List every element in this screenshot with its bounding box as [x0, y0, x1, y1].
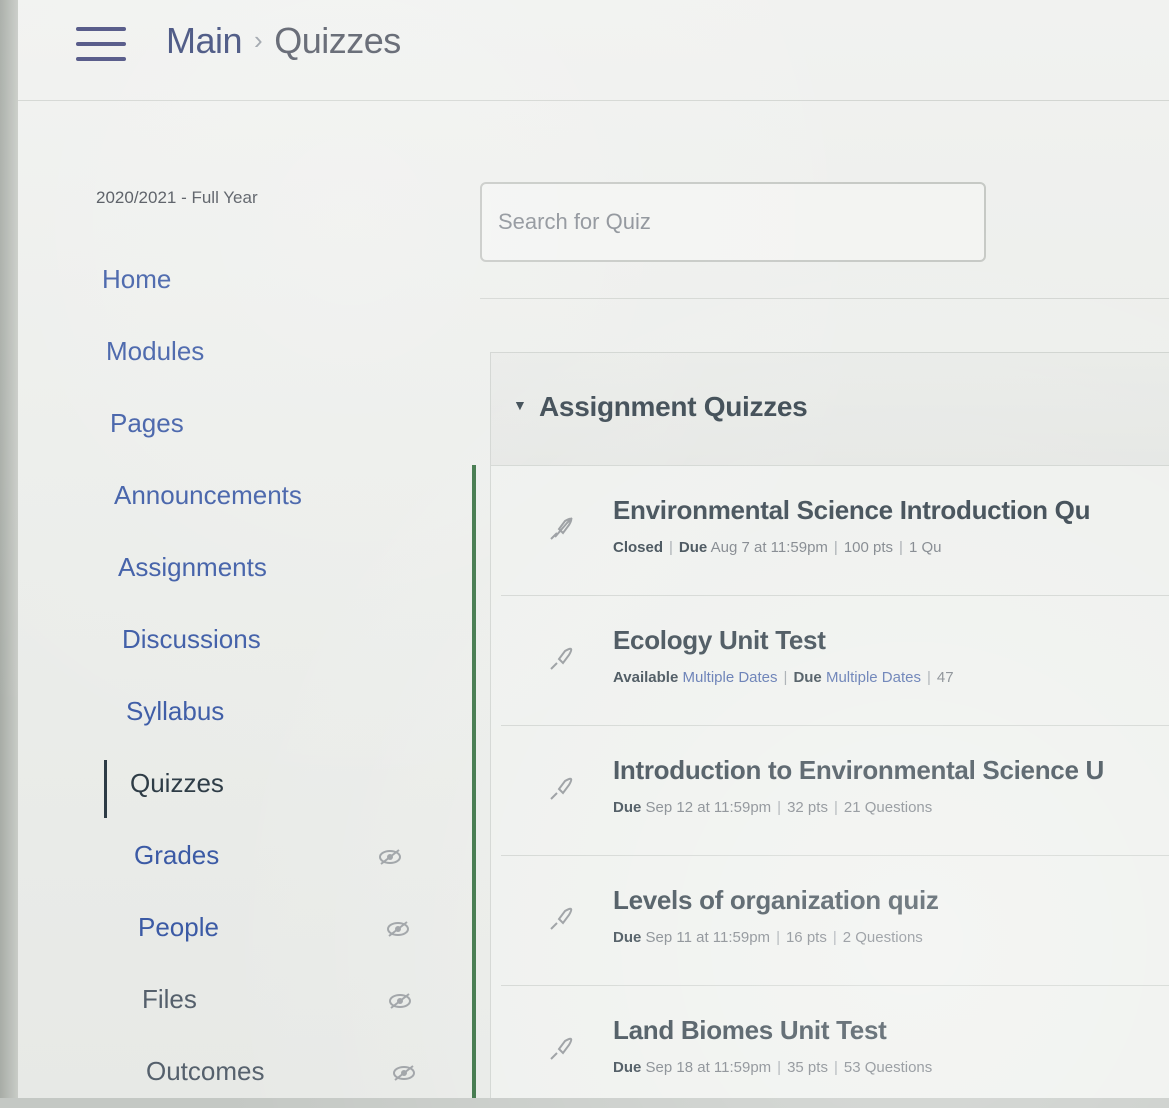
screen: Main › Quizzes 2020/2021 - Full Year Home …	[18, 0, 1169, 1108]
quiz-meta: Due Sep 18 at 11:59pm | 35 pts | 53 Question…	[613, 1059, 933, 1076]
quiz-questions: 53 Questions	[843, 1059, 933, 1076]
active-group-indicator	[472, 465, 476, 1108]
sidebar-item-label: People	[138, 912, 219, 942]
quiz-group-title: Assignment Quizzes	[539, 391, 808, 422]
breadcrumb-root[interactable]: Main	[166, 20, 243, 61]
hamburger-menu-icon[interactable]	[76, 24, 128, 66]
sidebar-item-label: Announcements	[114, 480, 302, 510]
quiz-meta: Closed | Due Aug 7 at 11:59pm | 100 pts | 1 Qu	[613, 539, 942, 556]
caret-down-icon[interactable]: ▼	[513, 397, 527, 413]
sidebar-item-discussions[interactable]: Discussions	[88, 618, 448, 690]
sidebar-item-label: Discussions	[122, 624, 261, 654]
sidebar-item-label: Files	[142, 984, 197, 1014]
monitor-bezel-bottom	[0, 1098, 1169, 1108]
quiz-meta: Available Multiple Dates | Due Multiple Da…	[613, 669, 954, 686]
rocket-quiz-icon	[550, 517, 573, 540]
quiz-points: 100 pts	[843, 539, 894, 556]
sidebar-item-label: Home	[102, 264, 172, 294]
eye-icon	[379, 849, 401, 865]
breadcrumb-current: Quizzes	[274, 20, 401, 61]
header-divider	[18, 100, 1169, 101]
quiz-group-header[interactable]: ▼ Assignment Quizzes	[491, 353, 1169, 466]
due-label: Due	[613, 1059, 642, 1076]
quiz-questions: 2 Questions	[842, 929, 923, 946]
quiz-row[interactable]: Introduction to Environmental Science U …	[501, 725, 1169, 856]
course-nav: Home Modules Pages Announcements Assignm…	[88, 258, 448, 1108]
quiz-meta: Due Sep 12 at 11:59pm | 32 pts | 21 Question…	[613, 799, 933, 816]
quiz-meta: Due Sep 11 at 11:59pm | 16 pts | 2 Questions	[613, 929, 923, 946]
quiz-title[interactable]: Land Biomes Unit Test	[613, 1015, 887, 1046]
quiz-status: Available	[613, 669, 679, 686]
quiz-due-date: Aug 7 at 11:59pm	[710, 539, 828, 556]
rocket-quiz-icon	[550, 907, 573, 930]
quiz-group-panel: ▼ Assignment Quizzes Environmental Scien…	[490, 352, 1169, 1108]
sidebar-item-label: Outcomes	[146, 1056, 265, 1086]
sidebar-item-label: Quizzes	[130, 768, 224, 798]
quiz-title[interactable]: Introduction to Environmental Science U	[613, 755, 1104, 786]
quiz-points: 16 pts	[785, 929, 827, 946]
sidebar-item-label: Syllabus	[126, 696, 225, 726]
sidebar-item-assignments[interactable]: Assignments	[88, 546, 448, 618]
sidebar-item-label: Grades	[134, 840, 220, 870]
sidebar-item-label: Modules	[106, 336, 205, 366]
sidebar-item-label: Assignments	[118, 552, 267, 582]
sidebar-item-files[interactable]: Files	[88, 978, 448, 1050]
sidebar-item-announcements[interactable]: Announcements	[88, 474, 448, 546]
quiz-title[interactable]: Levels of organization quiz	[613, 885, 939, 916]
quiz-row[interactable]: Land Biomes Unit Test Due Sep 18 at 11:5…	[501, 985, 1169, 1108]
quiz-row[interactable]: Environmental Science Introduction Qu Cl…	[501, 465, 1169, 596]
rocket-quiz-icon	[550, 1037, 573, 1060]
due-label: Due	[613, 929, 642, 946]
sidebar-item-pages[interactable]: Pages	[88, 402, 448, 474]
quiz-title[interactable]: Environmental Science Introduction Qu	[613, 495, 1091, 526]
monitor-bezel	[0, 0, 18, 1108]
quiz-due-date: Sep 11 at 11:59pm	[645, 929, 771, 946]
availability-link[interactable]: Multiple Dates	[682, 669, 777, 686]
quiz-questions: 1 Qu	[908, 539, 942, 556]
breadcrumb-separator: ›	[254, 25, 263, 55]
eye-icon	[387, 921, 409, 937]
sidebar-item-grades[interactable]: Grades	[88, 834, 448, 906]
quiz-due-date: Sep 12 at 11:59pm	[645, 799, 772, 816]
quiz-points: 47	[936, 669, 954, 686]
due-dates-link[interactable]: Multiple Dates	[826, 669, 921, 686]
quiz-questions: 21 Questions	[843, 799, 933, 816]
sidebar-item-label: Pages	[110, 408, 184, 438]
quiz-status: Closed	[613, 539, 664, 556]
sidebar-item-syllabus[interactable]: Syllabus	[88, 690, 448, 762]
due-label: Due	[678, 539, 708, 556]
breadcrumb: Main › Quizzes	[166, 20, 401, 62]
sidebar-item-modules[interactable]: Modules	[88, 330, 448, 402]
quiz-due-date: Sep 18 at 11:59pm	[645, 1059, 772, 1076]
rocket-quiz-icon	[550, 647, 573, 670]
eye-icon	[389, 993, 411, 1009]
term-label: 2020/2021 - Full Year	[96, 188, 258, 207]
quiz-row[interactable]: Ecology Unit Test Available Multiple Dat…	[501, 595, 1169, 726]
rocket-quiz-icon	[550, 777, 573, 800]
quiz-points: 32 pts	[787, 799, 828, 816]
quiz-row[interactable]: Levels of organization quiz Due Sep 11 a…	[501, 855, 1169, 986]
sidebar-item-quizzes[interactable]: Quizzes	[88, 760, 448, 834]
toolbar-divider	[480, 298, 1169, 299]
due-label: Due	[793, 669, 822, 686]
sidebar-item-home[interactable]: Home	[88, 258, 448, 330]
sidebar-item-people[interactable]: People	[88, 906, 448, 978]
search-box	[480, 182, 986, 262]
quiz-title[interactable]: Ecology Unit Test	[613, 625, 826, 656]
quiz-points: 35 pts	[787, 1059, 828, 1076]
due-label: Due	[613, 799, 642, 816]
search-input[interactable]	[496, 204, 960, 240]
eye-icon	[393, 1065, 415, 1081]
